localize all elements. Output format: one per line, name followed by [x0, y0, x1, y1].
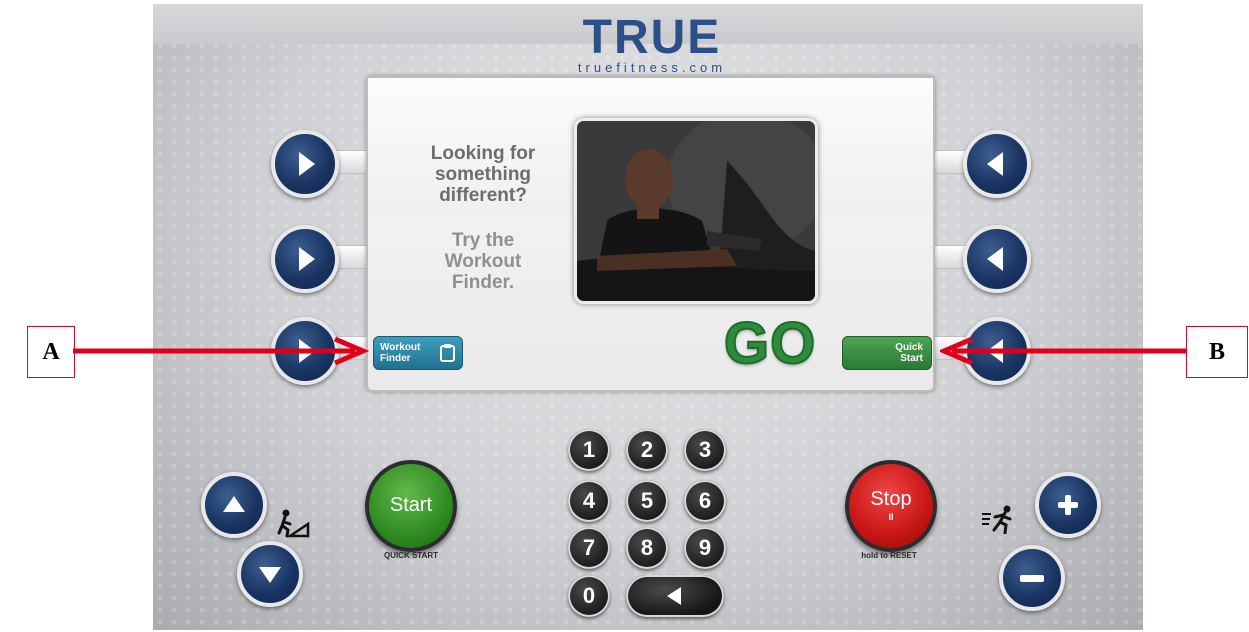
prompt-line: different? — [439, 185, 527, 206]
play-left-icon — [987, 152, 1003, 176]
incline-up-button[interactable] — [201, 472, 267, 538]
running-person-icon — [982, 505, 1012, 534]
start-label: Start — [389, 494, 433, 516]
callout-arrow-a — [73, 336, 370, 366]
right-softkey-2[interactable] — [963, 225, 1031, 293]
stop-caption: hold to RESET — [861, 551, 917, 560]
treadmill-console: TRUE truefitness.com Looking for somethi… — [153, 4, 1143, 630]
prompt-line: Try the — [451, 230, 515, 251]
play-right-icon — [299, 152, 315, 176]
workout-finder-button[interactable]: Workout Finder — [373, 336, 463, 370]
true-logo: TRUE truefitness.com — [527, 11, 777, 76]
workout-finder-label-line: Finder — [380, 353, 411, 364]
workout-finder-label-line: Workout — [380, 342, 421, 353]
left-softkey-2[interactable] — [271, 225, 339, 293]
keypad-key-1[interactable]: 1 — [568, 429, 610, 471]
go-text: GO — [723, 311, 817, 376]
prompt-line: Workout — [444, 251, 522, 272]
plus-icon — [1058, 495, 1078, 515]
athlete-photo-image — [577, 121, 815, 301]
minus-icon — [1020, 575, 1044, 582]
arrow-down-icon — [259, 567, 281, 583]
keypad-key-2[interactable]: 2 — [626, 429, 668, 471]
promo-photo — [574, 118, 818, 304]
stop-label: Stop — [870, 488, 912, 510]
keypad-key-9[interactable]: 9 — [684, 527, 726, 569]
right-softkey-1[interactable] — [963, 130, 1031, 198]
prompt-line: Finder. — [451, 272, 515, 293]
callout-label-b: B — [1186, 326, 1248, 378]
keypad-key-7[interactable]: 7 — [568, 527, 610, 569]
left-softkey-1[interactable] — [271, 130, 339, 198]
quick-start-label-line: Start — [900, 353, 923, 364]
keypad-key-5[interactable]: 5 — [626, 480, 668, 522]
quick-start-button[interactable]: Quick Start — [842, 336, 932, 370]
play-right-icon — [299, 247, 315, 271]
keypad-key-6[interactable]: 6 — [684, 480, 726, 522]
callout-label-a: A — [27, 326, 75, 378]
display-screen: Looking for something different? Try the… — [366, 76, 935, 392]
prompt-line: Looking for — [430, 143, 536, 164]
brand-url: truefitness.com — [577, 60, 727, 75]
arrow-up-icon — [223, 496, 245, 512]
brand-name: TRUE — [582, 11, 722, 64]
speed-up-button[interactable] — [1035, 472, 1101, 538]
prompt-question: Looking for something different? — [403, 143, 563, 206]
keypad-key-8[interactable]: 8 — [626, 527, 668, 569]
incline-icon — [277, 509, 310, 538]
keypad-enter-button[interactable] — [626, 575, 724, 617]
start-caption: QUICK START — [383, 551, 439, 560]
quick-start-label: Quick Start — [863, 342, 923, 364]
callout-arrow-b — [940, 336, 1186, 366]
play-left-icon — [667, 587, 681, 605]
clipboard-icon — [440, 344, 455, 362]
keypad-key-0[interactable]: 0 — [568, 575, 610, 617]
prompt-try: Try the Workout Finder. — [403, 230, 563, 293]
keypad-key-4[interactable]: 4 — [568, 480, 610, 522]
stop-button[interactable]: Stop II — [845, 460, 937, 552]
play-left-icon — [987, 247, 1003, 271]
keypad-key-3[interactable]: 3 — [684, 429, 726, 471]
speed-down-button[interactable] — [999, 545, 1065, 611]
start-button[interactable]: Start — [365, 460, 457, 552]
workout-finder-label: Workout Finder — [380, 342, 436, 364]
pause-icon: II — [888, 512, 894, 522]
quick-start-label-line: Quick — [895, 342, 923, 353]
prompt-line: something — [434, 164, 532, 185]
incline-down-button[interactable] — [237, 541, 303, 607]
